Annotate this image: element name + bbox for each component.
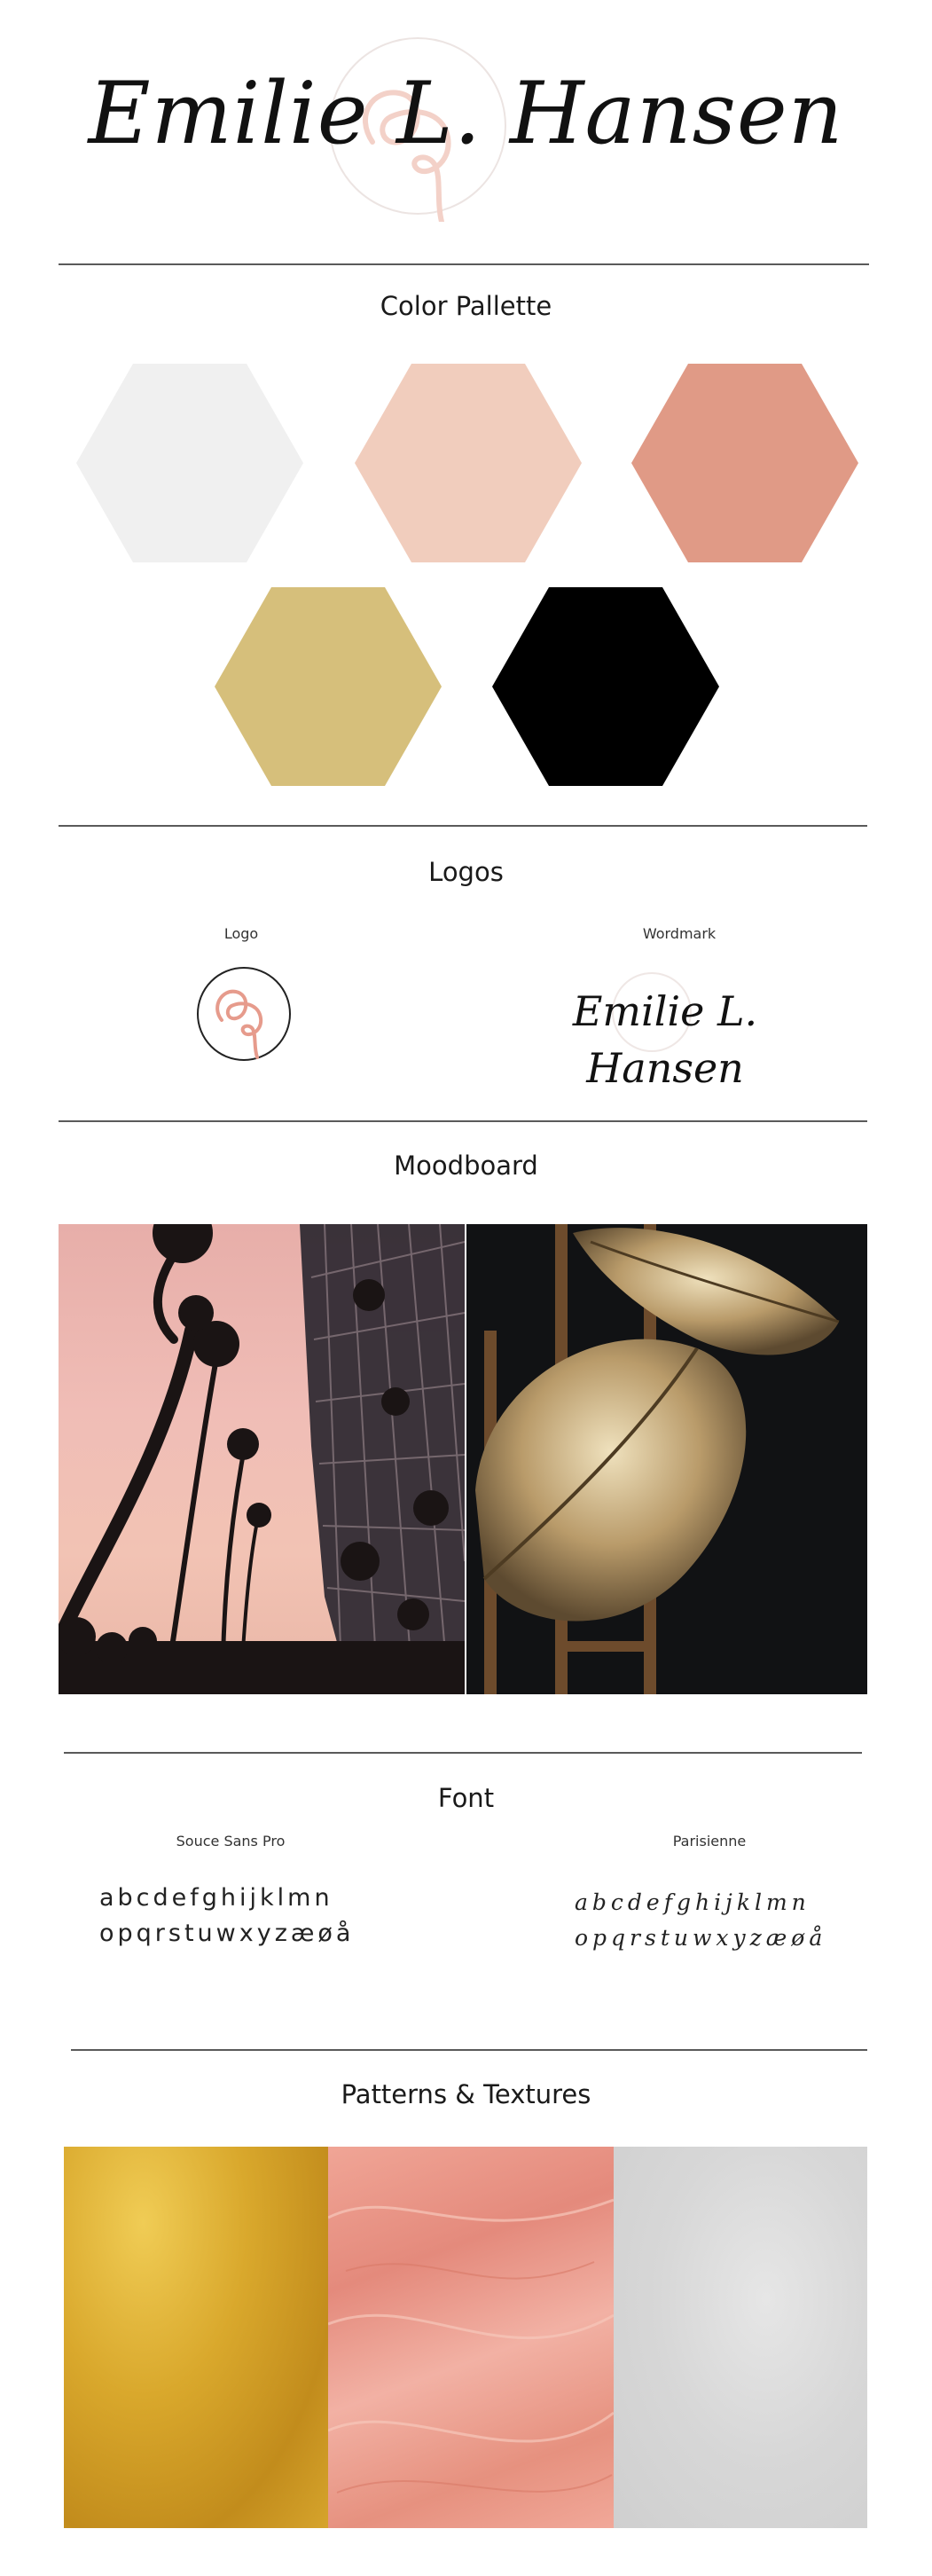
wordmark-caption: Wordmark — [642, 925, 717, 942]
sans-alphabet-line-2: opqrstuwxyzæøå — [99, 1920, 355, 1947]
divider — [71, 2049, 867, 2051]
script-alphabet-line-2: opqrstuwxyzæøå — [575, 1925, 827, 1951]
logo-monogram — [215, 989, 263, 1059]
divider — [64, 1752, 862, 1754]
font-name-script: Parisienne — [672, 1833, 747, 1850]
swatch-dusty-rose — [631, 364, 858, 562]
texture-grey-concrete — [614, 2147, 867, 2528]
brand-wordmark: Emilie L. Hansen — [88, 64, 844, 163]
swatch-blush — [355, 364, 582, 562]
logo-caption: Logo — [223, 925, 259, 942]
section-title-patterns-textures: Patterns & Textures — [341, 2079, 591, 2109]
swatch-black — [492, 587, 719, 786]
divider — [59, 263, 869, 265]
swatch-light-grey — [76, 364, 303, 562]
divider — [59, 825, 867, 827]
script-alphabet-line-1: abcdefghijklmn — [575, 1889, 811, 1915]
wordmark-logo: Emilie L. Hansen — [572, 987, 758, 1092]
section-title-logos: Logos — [428, 857, 504, 887]
moodboard-palm-trees-image — [59, 1224, 465, 1694]
sans-alphabet-line-1: abcdefghijklmn — [99, 1884, 333, 1912]
swatch-gold — [215, 587, 442, 786]
moodboard-gold-leaves-image — [466, 1224, 867, 1694]
texture-gold-foil — [64, 2147, 328, 2528]
divider — [59, 1120, 867, 1122]
section-title-font: Font — [437, 1783, 495, 1813]
texture-pink-marble — [328, 2147, 614, 2528]
section-title-moodboard: Moodboard — [394, 1151, 538, 1181]
section-title-color-palette: Color Pallette — [380, 291, 552, 321]
font-name-sans: Souce Sans Pro — [176, 1833, 286, 1850]
